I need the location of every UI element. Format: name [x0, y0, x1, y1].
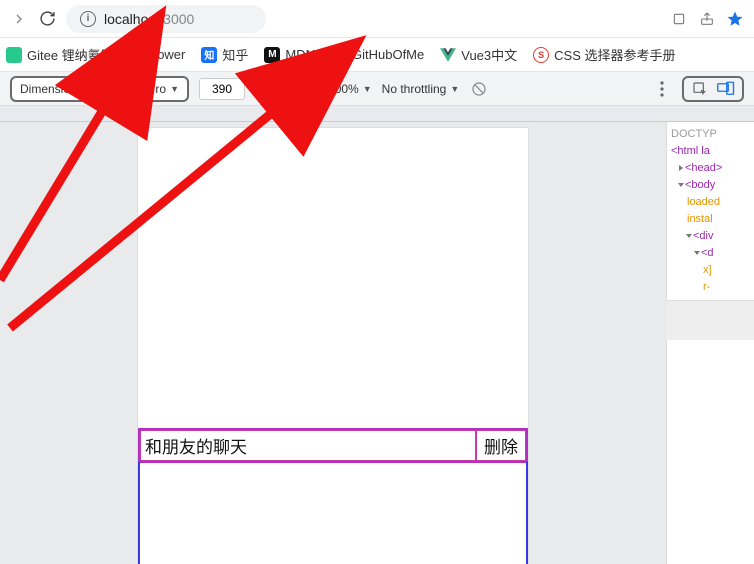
- bookmark-label: MDN: [285, 47, 315, 62]
- vue-favicon-icon: [440, 47, 456, 63]
- chevron-down-icon: ▼: [363, 84, 372, 94]
- elements-line[interactable]: <d: [671, 245, 752, 262]
- elements-line[interactable]: <html la: [671, 143, 752, 160]
- bookmark-label: Vue3中文: [461, 45, 517, 64]
- elements-line[interactable]: <body: [671, 177, 752, 194]
- elements-line: r-: [671, 279, 752, 296]
- dimensions-separator: ×: [255, 82, 262, 96]
- throttling-select[interactable]: No throttling ▼: [382, 82, 460, 96]
- dimensions-label: Dimensions:: [20, 82, 86, 96]
- gitee-favicon-icon: [6, 47, 22, 63]
- bookmark-label: CSS 选择器参考手册: [554, 45, 675, 64]
- zhihu-favicon-icon: 知: [201, 47, 217, 63]
- device-name: iPhone 12 Pro: [90, 82, 166, 96]
- bookmark-label: GitHubOfMe: [352, 47, 424, 62]
- address-bar[interactable]: i localhost:3000: [66, 5, 266, 33]
- viewport-width-input[interactable]: [199, 78, 245, 100]
- device-toggle-icon[interactable]: [716, 79, 736, 99]
- chevron-down-icon: ▼: [170, 84, 179, 94]
- chat-body-outline: [138, 462, 528, 564]
- throttling-value: No throttling: [382, 82, 447, 96]
- bookmark-zhihu[interactable]: 知 知乎: [201, 45, 248, 64]
- elements-line: instal: [671, 211, 752, 228]
- browser-nav-bar: i localhost:3000: [0, 0, 754, 38]
- bookmark-label: Tower: [151, 47, 186, 62]
- elements-line[interactable]: <head>: [671, 160, 752, 177]
- reload-button[interactable]: [38, 10, 56, 28]
- bookmark-github[interactable]: GitHubOfMe: [331, 47, 424, 63]
- elements-line: loaded: [671, 194, 752, 211]
- extensions-icon[interactable]: [670, 10, 688, 28]
- github-favicon-icon: [331, 47, 347, 63]
- device-frame: 和朋友的聊天 删除: [138, 128, 528, 564]
- bookmark-tower[interactable]: T Tower: [130, 47, 186, 63]
- chevron-down-icon: ▼: [450, 84, 459, 94]
- elements-line: x]: [671, 262, 752, 279]
- main-area: 和朋友的聊天 删除 DOCTYP <html la <head> <body l…: [0, 122, 754, 564]
- bookmark-star-icon[interactable]: [726, 10, 744, 28]
- zoom-select[interactable]: 100% ▼: [328, 82, 372, 96]
- dimensions-device-select[interactable]: Dimensions: iPhone 12 Pro ▼: [10, 76, 189, 102]
- device-toolbar: Dimensions: iPhone 12 Pro ▼ × 100% ▼ No …: [0, 72, 754, 106]
- bookmark-css[interactable]: S CSS 选择器参考手册: [533, 45, 675, 64]
- styles-panel[interactable]: [666, 300, 754, 340]
- chat-title[interactable]: 和朋友的聊天: [140, 430, 476, 461]
- viewport-ruler: [0, 106, 754, 122]
- bookmark-mdn[interactable]: M MDN: [264, 47, 315, 63]
- elements-panel[interactable]: DOCTYP <html la <head> <body loaded inst…: [666, 122, 754, 564]
- url-text: localhost:3000: [104, 11, 194, 27]
- css-favicon-icon: S: [533, 47, 549, 63]
- devtools-dock-controls: [682, 76, 744, 102]
- bookmark-vue[interactable]: Vue3中文: [440, 45, 517, 64]
- rotate-icon[interactable]: [469, 79, 489, 99]
- elements-line: DOCTYP: [671, 126, 752, 143]
- site-info-icon[interactable]: i: [80, 11, 96, 27]
- elements-line[interactable]: <div: [671, 228, 752, 245]
- more-options-icon[interactable]: [652, 79, 672, 99]
- chat-row[interactable]: 和朋友的聊天 删除: [138, 428, 528, 463]
- mdn-favicon-icon: M: [264, 47, 280, 63]
- bookmark-label: 知乎: [222, 45, 248, 64]
- bookmark-label: Gitee 锂纳氪锶: [27, 45, 114, 64]
- viewport-height-input[interactable]: [272, 78, 318, 100]
- forward-button[interactable]: [10, 10, 28, 28]
- delete-button[interactable]: 删除: [476, 430, 526, 461]
- share-icon[interactable]: [698, 10, 716, 28]
- tower-favicon-icon: T: [130, 47, 146, 63]
- element-picker-icon[interactable]: [690, 79, 710, 99]
- bookmark-gitee[interactable]: Gitee 锂纳氪锶: [6, 45, 114, 64]
- device-viewport-area: 和朋友的聊天 删除: [0, 122, 666, 564]
- zoom-value: 100%: [328, 82, 359, 96]
- bookmarks-bar: Gitee 锂纳氪锶 T Tower 知 知乎 M MDN GitHubOfMe…: [0, 38, 754, 72]
